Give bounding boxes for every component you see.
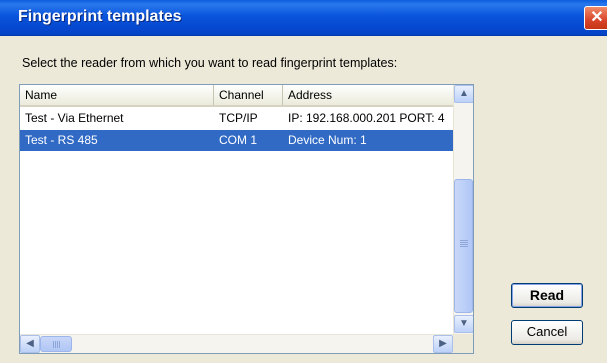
close-button[interactable]: ✕ [584,6,607,30]
title-bar[interactable]: Fingerprint templates ✕ [0,0,607,36]
horizontal-scroll-thumb[interactable] [40,336,72,352]
table-row[interactable]: Test - Via Ethernet TCP/IP IP: 192.168.0… [20,108,453,129]
grip-icon [53,341,54,348]
horizontal-scrollbar[interactable]: ◀ ▶ [20,334,453,353]
scroll-right-button[interactable]: ▶ [433,335,453,353]
table-row-selected[interactable]: Test - RS 485 COM 1 Device Num: 1 [20,130,453,151]
close-icon: ✕ [590,9,604,26]
column-header-channel[interactable]: Channel [214,85,283,105]
row-channel-cell: TCP/IP [219,111,258,125]
scrollbar-corner [453,334,473,353]
scroll-up-button[interactable]: ▲ [454,85,473,103]
column-header-name[interactable]: Name [20,85,214,105]
vertical-scrollbar[interactable]: ▲ ▼ [453,85,473,334]
row-address-cell: Device Num: 1 [288,133,367,147]
row-name-cell: Test - RS 485 [25,133,98,147]
window-title: Fingerprint templates [18,8,182,25]
row-address-cell: IP: 192.168.000.201 PORT: 4 [288,111,445,125]
cancel-button[interactable]: Cancel [511,320,583,345]
chevron-down-icon: ▼ [459,318,469,329]
read-button[interactable]: Read [511,283,583,308]
vertical-scroll-thumb[interactable] [454,179,473,313]
chevron-up-icon: ▲ [459,88,469,99]
chevron-right-icon: ▶ [439,338,447,349]
row-channel-cell: COM 1 [219,133,258,147]
scroll-left-button[interactable]: ◀ [20,335,40,353]
scroll-down-button[interactable]: ▼ [454,315,473,333]
grip-icon [460,240,468,241]
row-name-cell: Test - Via Ethernet [25,111,124,125]
instruction-text: Select the reader from which you want to… [22,56,398,70]
chevron-left-icon: ◀ [26,338,34,349]
reader-list[interactable]: Name Channel Address Test - Via Ethernet… [19,84,474,354]
list-header: Name Channel Address [20,85,453,107]
column-header-address[interactable]: Address [283,85,453,105]
